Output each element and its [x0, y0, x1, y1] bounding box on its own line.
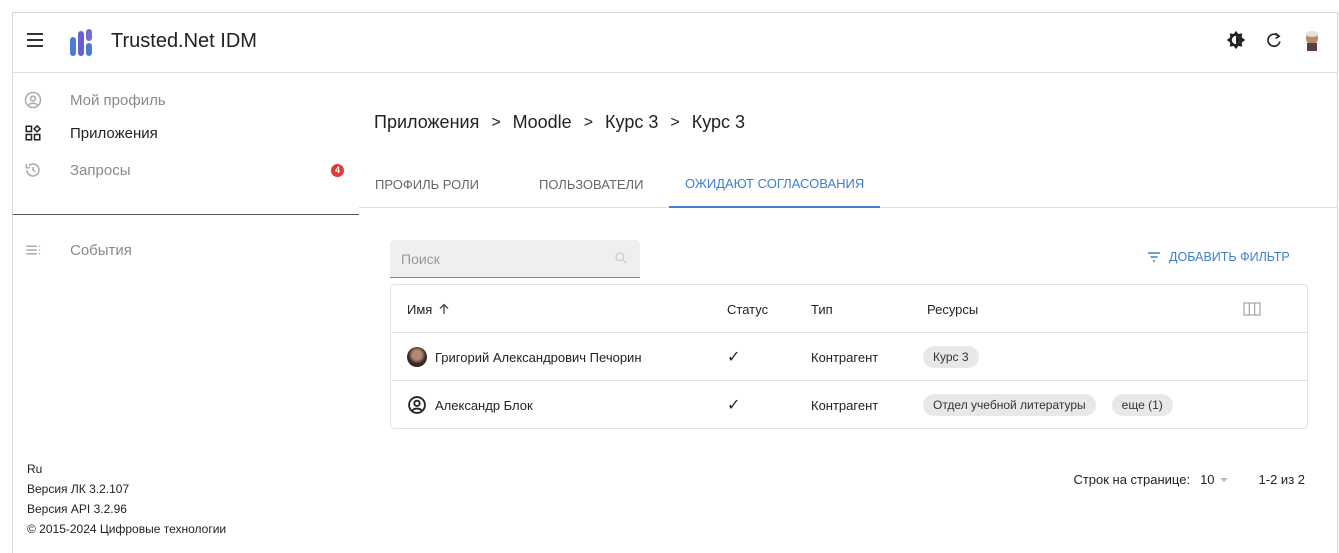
main-content: Приложения > Moodle > Курс 3 > Курс 3 ПР…: [359, 74, 1337, 553]
caret-down-icon: [1219, 477, 1228, 482]
page-range: 1-2 из 2: [1258, 472, 1305, 487]
events-icon: [23, 240, 43, 260]
sidebar-item-events[interactable]: События: [13, 236, 359, 264]
breadcrumb-item[interactable]: Moodle: [513, 112, 572, 133]
type-cell: Контрагент: [811, 349, 879, 365]
filter-icon: [1148, 252, 1160, 262]
breadcrumb-item[interactable]: Приложения: [374, 112, 479, 133]
apps-icon: [23, 123, 43, 143]
sidebar-item-label: Мой профиль: [70, 91, 166, 109]
sidebar: Мой профиль Приложения Запросы 4 События…: [13, 74, 359, 553]
sidebar-item-profile[interactable]: Мой профиль: [13, 86, 359, 114]
refresh-icon[interactable]: [1263, 29, 1285, 51]
table-header: Имя Статус Тип Ресурсы: [391, 285, 1307, 333]
theme-toggle-icon[interactable]: [1225, 29, 1247, 51]
account-circle-icon: [408, 396, 426, 414]
chevron-right-icon: >: [491, 113, 501, 131]
column-header-type[interactable]: Тип: [811, 285, 833, 333]
table-row[interactable]: Григорий Александрович Печорин ✓ Контраг…: [391, 333, 1307, 381]
user-avatar[interactable]: [1301, 29, 1323, 51]
chevron-right-icon: >: [583, 113, 594, 131]
data-table: Имя Статус Тип Ресурсы Григорий Александ…: [390, 284, 1308, 429]
resource-chip[interactable]: Отдел учебной литературы: [923, 394, 1096, 416]
sidebar-item-requests[interactable]: Запросы 4: [13, 156, 359, 184]
resources-cell: Отдел учебной литературы еще (1): [923, 381, 1189, 429]
user-name-cell: Григорий Александрович Печорин: [407, 333, 642, 381]
resource-chip[interactable]: Курс 3: [923, 346, 979, 368]
breadcrumb: Приложения > Moodle > Курс 3 > Курс 3: [374, 112, 745, 133]
menu-icon[interactable]: [27, 33, 43, 49]
column-header-resources[interactable]: Ресурсы: [927, 285, 978, 333]
history-icon: [23, 160, 43, 180]
tab-pending-approval[interactable]: ОЖИДАЮТ СОГЛАСОВАНИЯ: [669, 160, 881, 208]
rows-per-page-select[interactable]: 10: [1200, 472, 1228, 487]
sidebar-item-label: Запросы: [70, 161, 131, 179]
columns-icon[interactable]: [1243, 285, 1261, 333]
sidebar-item-label: Приложения: [70, 124, 158, 142]
user-avatar: [407, 347, 427, 367]
sidebar-divider: [13, 214, 359, 215]
copyright: © 2015-2024 Цифровые технологии: [27, 522, 227, 536]
sidebar-item-apps[interactable]: Приложения: [13, 119, 359, 147]
account-circle-icon: [23, 90, 43, 110]
resources-cell: Курс 3: [923, 333, 995, 381]
add-filter-button[interactable]: ДОБАВИТЬ ФИЛЬТР: [1147, 244, 1290, 270]
tab-bar: ПРОФИЛЬ РОЛИ ПОЛЬЗОВАТЕЛИ ОЖИДАЮТ СОГЛАС…: [359, 160, 1337, 208]
status-check-icon: ✓: [727, 397, 741, 414]
rows-per-page-label: Строк на странице:: [1073, 472, 1191, 487]
search-input[interactable]: [390, 240, 600, 278]
app-window: Trusted.Net IDM Мой профиль Приложения З…: [12, 12, 1338, 553]
notification-badge: 4: [331, 163, 344, 177]
sidebar-item-label: События: [70, 241, 132, 259]
app-bar: Trusted.Net IDM: [13, 13, 1337, 73]
tab-users[interactable]: ПОЛЬЗОВАТЕЛИ: [523, 160, 659, 208]
pagination: Строк на странице: 10 1-2 из 2: [1073, 472, 1305, 487]
logo-icon: [70, 29, 92, 56]
version-api: Версия API 3.2.96: [27, 502, 127, 516]
sort-arrow-up-icon: [439, 303, 449, 314]
app-title: Trusted.Net IDM: [111, 30, 257, 52]
column-header-name[interactable]: Имя: [407, 285, 451, 333]
more-resources-chip[interactable]: еще (1): [1111, 394, 1173, 416]
search-icon: [615, 252, 627, 264]
user-name-cell: Александр Блок: [407, 381, 533, 429]
breadcrumb-item[interactable]: Курс 3: [605, 112, 658, 133]
language-selector[interactable]: Ru: [27, 459, 226, 479]
version-lk: Версия ЛК 3.2.107: [27, 482, 130, 496]
add-filter-label: ДОБАВИТЬ ФИЛЬТР: [1169, 250, 1290, 264]
breadcrumb-item: Курс 3: [691, 112, 746, 132]
tab-role-profile[interactable]: ПРОФИЛЬ РОЛИ: [359, 160, 495, 208]
table-row[interactable]: Александр Блок ✓ Контрагент Отдел учебно…: [391, 381, 1307, 429]
status-check-icon: ✓: [727, 349, 741, 366]
chevron-right-icon: >: [670, 113, 680, 131]
sidebar-footer: Ru Версия ЛК 3.2.107 Версия API 3.2.96 ©…: [27, 459, 226, 539]
column-header-status[interactable]: Статус: [727, 285, 768, 333]
type-cell: Контрагент: [811, 397, 879, 413]
search-field[interactable]: [390, 240, 640, 278]
